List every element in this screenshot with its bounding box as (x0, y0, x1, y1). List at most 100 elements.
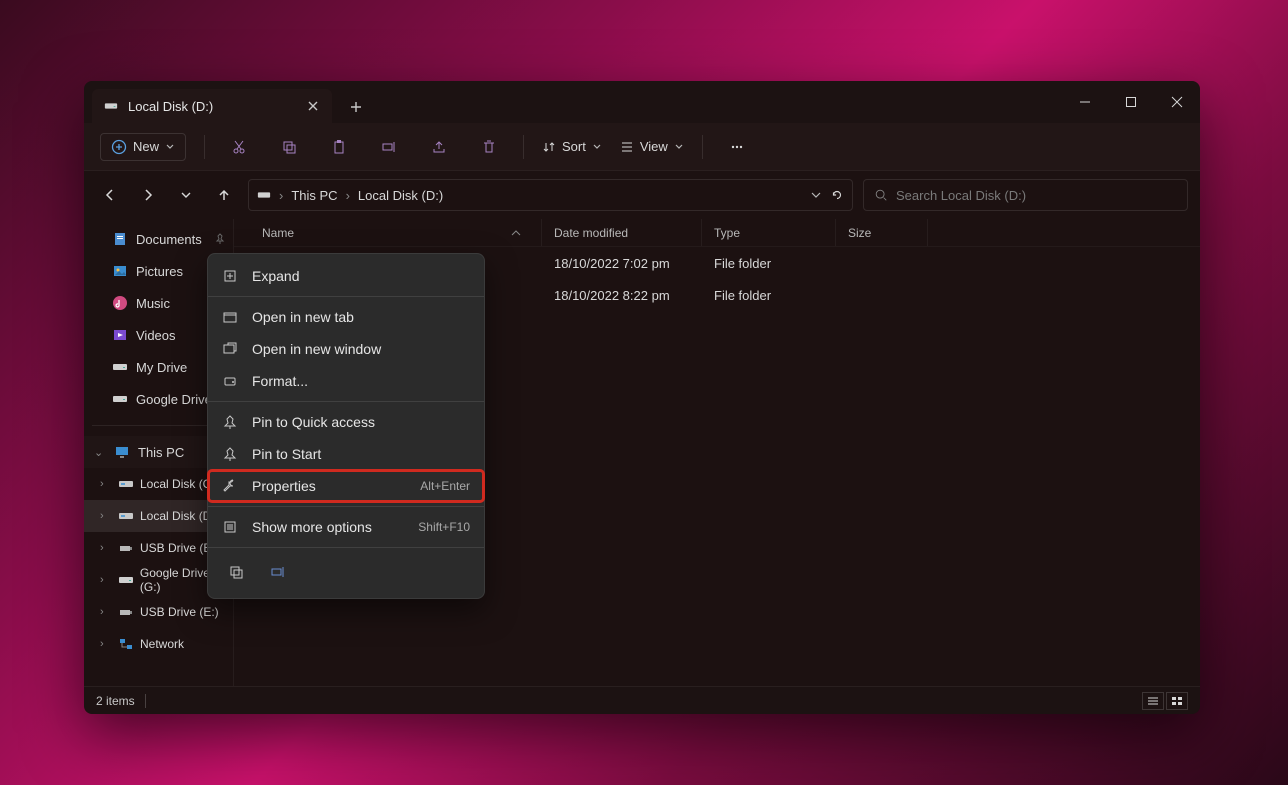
chevron-right-icon[interactable]: › (279, 188, 283, 203)
sidebar-item-label: My Drive (136, 360, 187, 375)
paste-button[interactable] (323, 131, 355, 163)
ctx-expand[interactable]: Expand (208, 260, 484, 292)
disk-icon (118, 476, 134, 492)
search-bar[interactable] (863, 179, 1188, 211)
format-icon (222, 373, 238, 389)
more-options-icon (222, 519, 238, 535)
sort-indicator-icon (511, 229, 521, 237)
ctx-bottom-row (208, 552, 484, 592)
forward-button[interactable] (134, 181, 162, 209)
chevron-down-icon (592, 142, 602, 152)
rename-button[interactable] (373, 131, 405, 163)
chevron-right-icon[interactable]: › (100, 574, 112, 586)
breadcrumb-local-disk-d[interactable]: Local Disk (D:) (358, 188, 443, 203)
item-count-label: 2 items (96, 694, 135, 708)
sidebar-divider (92, 425, 225, 426)
cut-button[interactable] (223, 131, 255, 163)
refresh-button[interactable] (830, 188, 844, 202)
ctx-pin-quick-access[interactable]: Pin to Quick access (208, 406, 484, 438)
share-button[interactable] (423, 131, 455, 163)
drive-icon (112, 391, 128, 407)
sidebar-item-label: Documents (136, 232, 202, 247)
chevron-down-icon (165, 142, 175, 152)
back-button[interactable] (96, 181, 124, 209)
new-label: New (133, 139, 159, 154)
pic-icon (112, 263, 128, 279)
ctx-shortcut: Shift+F10 (418, 520, 470, 534)
disk-icon (118, 508, 134, 524)
column-type[interactable]: Type (702, 219, 836, 246)
sidebar-item-documents[interactable]: Documents (84, 223, 233, 255)
ctx-format[interactable]: Format... (208, 365, 484, 397)
chevron-right-icon[interactable]: › (100, 478, 112, 490)
status-bar: 2 items (84, 686, 1200, 714)
sidebar-item-label: Network (140, 637, 184, 651)
search-input[interactable] (896, 188, 1177, 203)
chevron-down-icon (674, 142, 684, 152)
file-date: 18/10/2022 8:22 pm (542, 288, 702, 303)
new-button[interactable]: New (100, 133, 186, 161)
delete-button[interactable] (473, 131, 505, 163)
recent-dropdown-button[interactable] (172, 181, 200, 209)
address-bar[interactable]: › This PC › Local Disk (D:) (248, 179, 853, 211)
toolbar-separator (523, 135, 524, 159)
chevron-right-icon[interactable]: › (100, 606, 112, 618)
toolbar: New Sort View (84, 123, 1200, 171)
chevron-right-icon[interactable]: › (100, 510, 112, 522)
file-type: File folder (702, 288, 836, 303)
monitor-icon (114, 444, 130, 460)
ctx-pin-start[interactable]: Pin to Start (208, 438, 484, 470)
search-icon (874, 188, 888, 202)
new-tab-button[interactable] (340, 91, 372, 123)
sort-button[interactable]: Sort (542, 139, 602, 154)
sidebar-item-label: Videos (136, 328, 176, 343)
view-button[interactable]: View (620, 139, 684, 154)
column-size[interactable]: Size (836, 219, 928, 246)
close-window-button[interactable] (1154, 81, 1200, 123)
column-date[interactable]: Date modified (542, 219, 702, 246)
toolbar-separator (702, 135, 703, 159)
view-label: View (640, 139, 668, 154)
pin-icon (222, 414, 238, 430)
chevron-right-icon[interactable]: › (346, 188, 350, 203)
new-tab-icon (222, 309, 238, 325)
ctx-rename-button[interactable] (264, 558, 292, 586)
up-button[interactable] (210, 181, 238, 209)
ctx-separator (208, 296, 484, 297)
sidebar-drive-usb-drive-e-[interactable]: ›USB Drive (E:) (84, 596, 233, 628)
minimize-button[interactable] (1062, 81, 1108, 123)
ctx-copy-button[interactable] (222, 558, 250, 586)
copy-button[interactable] (273, 131, 305, 163)
maximize-button[interactable] (1108, 81, 1154, 123)
chevron-right-icon[interactable]: › (100, 638, 112, 650)
ctx-separator (208, 547, 484, 548)
sidebar-drive-network[interactable]: › Network (84, 628, 233, 660)
address-dropdown-button[interactable] (810, 189, 822, 201)
properties-icon (222, 478, 238, 494)
title-bar: Local Disk (D:) (84, 81, 1200, 123)
video-icon (112, 327, 128, 343)
ctx-open-new-window[interactable]: Open in new window (208, 333, 484, 365)
close-tab-icon[interactable] (306, 99, 320, 113)
ctx-properties[interactable]: Properties Alt+Enter (208, 470, 484, 502)
ctx-separator (208, 401, 484, 402)
tab-title: Local Disk (D:) (128, 99, 213, 114)
column-name[interactable]: Name (234, 219, 542, 246)
details-view-button[interactable] (1142, 692, 1164, 710)
nav-bar: › This PC › Local Disk (D:) (84, 171, 1200, 219)
sort-label: Sort (562, 139, 586, 154)
thumbnails-view-button[interactable] (1166, 692, 1188, 710)
context-menu: Expand Open in new tab Open in new windo… (207, 253, 485, 599)
sidebar-item-label: Pictures (136, 264, 183, 279)
this-pc-label: This PC (138, 445, 184, 460)
chevron-right-icon[interactable]: › (100, 542, 112, 554)
more-button[interactable] (721, 131, 753, 163)
pin-icon (222, 446, 238, 462)
ctx-show-more-options[interactable]: Show more options Shift+F10 (208, 511, 484, 543)
sidebar-item-label: Music (136, 296, 170, 311)
breadcrumb-this-pc[interactable]: This PC (291, 188, 337, 203)
doc-icon (112, 231, 128, 247)
usb-icon (118, 604, 134, 620)
ctx-open-new-tab[interactable]: Open in new tab (208, 301, 484, 333)
tab-local-disk-d[interactable]: Local Disk (D:) (92, 89, 332, 123)
